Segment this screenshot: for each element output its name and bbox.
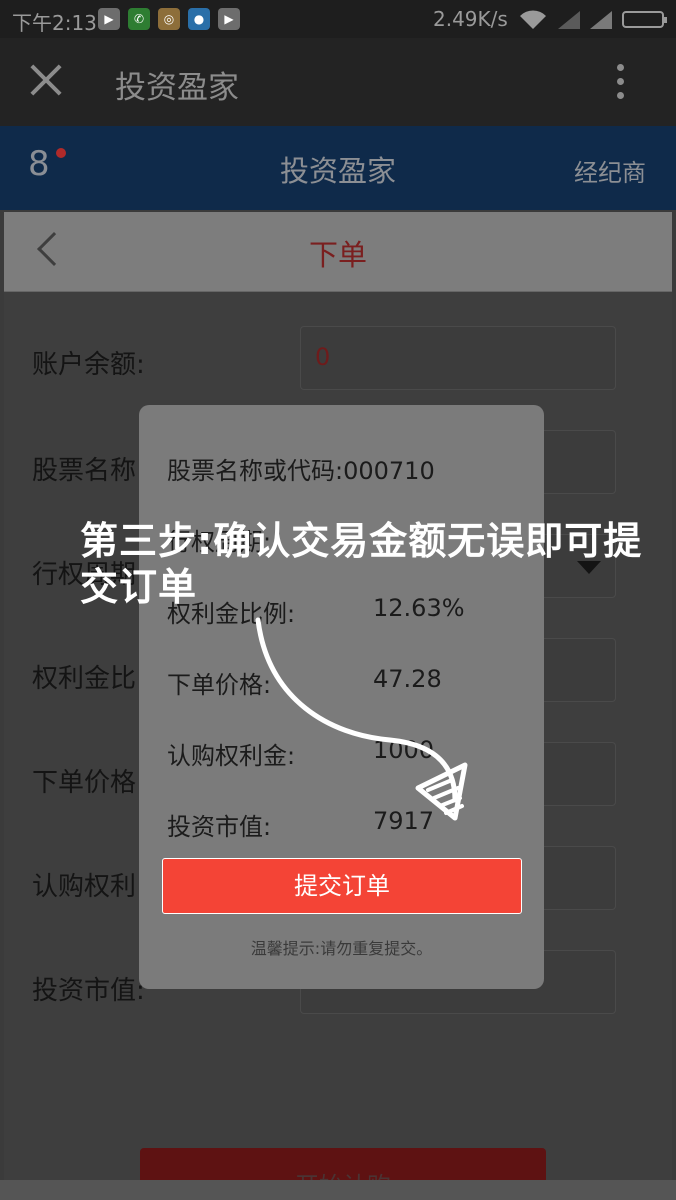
dialog-label: 认购权利金: bbox=[167, 742, 296, 770]
chrome-icon: ◎ bbox=[158, 8, 180, 30]
close-icon[interactable] bbox=[28, 62, 64, 98]
network-speed: 2.49K/s bbox=[433, 7, 508, 31]
dialog-label: 下单价格: bbox=[167, 671, 272, 699]
dialog-label: 投资市值: bbox=[167, 813, 272, 841]
play-store-icon: ▶ bbox=[98, 8, 120, 30]
dialog-value: 47.28 bbox=[373, 665, 442, 693]
signal-icon bbox=[558, 11, 580, 29]
form-label: 股票名称 bbox=[32, 456, 137, 486]
balance-value: 0 bbox=[315, 343, 331, 371]
dialog-label: 股票名称或代码: bbox=[167, 457, 344, 485]
phone-icon: ✆ bbox=[128, 8, 150, 30]
browser-toolbar: 投资盈家 bbox=[0, 38, 676, 126]
battery-icon bbox=[622, 11, 667, 28]
form-label: 账户余额: bbox=[32, 350, 145, 380]
form-label: 权利金比 bbox=[32, 664, 137, 694]
status-bar: 下午2:13 ▶ ✆ ◎ ● ▶ 2.49K/s bbox=[0, 0, 676, 38]
submit-order-button[interactable]: 提交订单 bbox=[162, 858, 522, 914]
more-menu-icon[interactable] bbox=[617, 64, 627, 104]
form-label: 投资市值: bbox=[32, 976, 145, 1006]
dialog-value: 7917 bbox=[373, 807, 435, 835]
broker-link[interactable]: 经纪商 bbox=[574, 153, 646, 188]
balance-field: 0 bbox=[300, 326, 616, 390]
signal-icon bbox=[590, 11, 612, 29]
browser-title: 投资盈家 bbox=[115, 70, 239, 106]
dialog-stock-row: 股票名称或代码:000710 bbox=[167, 451, 435, 486]
dialog-value: 000710 bbox=[343, 457, 435, 485]
form-label: 下单价格 bbox=[32, 768, 137, 798]
notification-icons: ▶ ✆ ◎ ● ▶ bbox=[98, 8, 240, 30]
page-nav: 下单 bbox=[4, 212, 672, 292]
dialog-value: 1000 bbox=[373, 736, 435, 764]
confirm-dialog: 股票名称或代码:000710 行权周期: 权利金比例: 12.63% 下单价格:… bbox=[139, 405, 544, 989]
play-store-icon: ▶ bbox=[218, 8, 240, 30]
app-header: 8 投资盈家 经纪商 bbox=[0, 126, 676, 210]
status-time: 下午2:13 bbox=[12, 11, 97, 35]
tutorial-caption: 第三步:确认交易金额无误即可提交订单 bbox=[80, 519, 643, 609]
page-title: 下单 bbox=[308, 238, 367, 272]
form-label: 认购权利 bbox=[32, 872, 137, 902]
bottom-bar bbox=[0, 1180, 676, 1200]
dialog-tip: 温馨提示:请勿重复提交。 bbox=[250, 939, 433, 958]
browser-icon: ● bbox=[188, 8, 210, 30]
wifi-icon bbox=[520, 10, 546, 29]
